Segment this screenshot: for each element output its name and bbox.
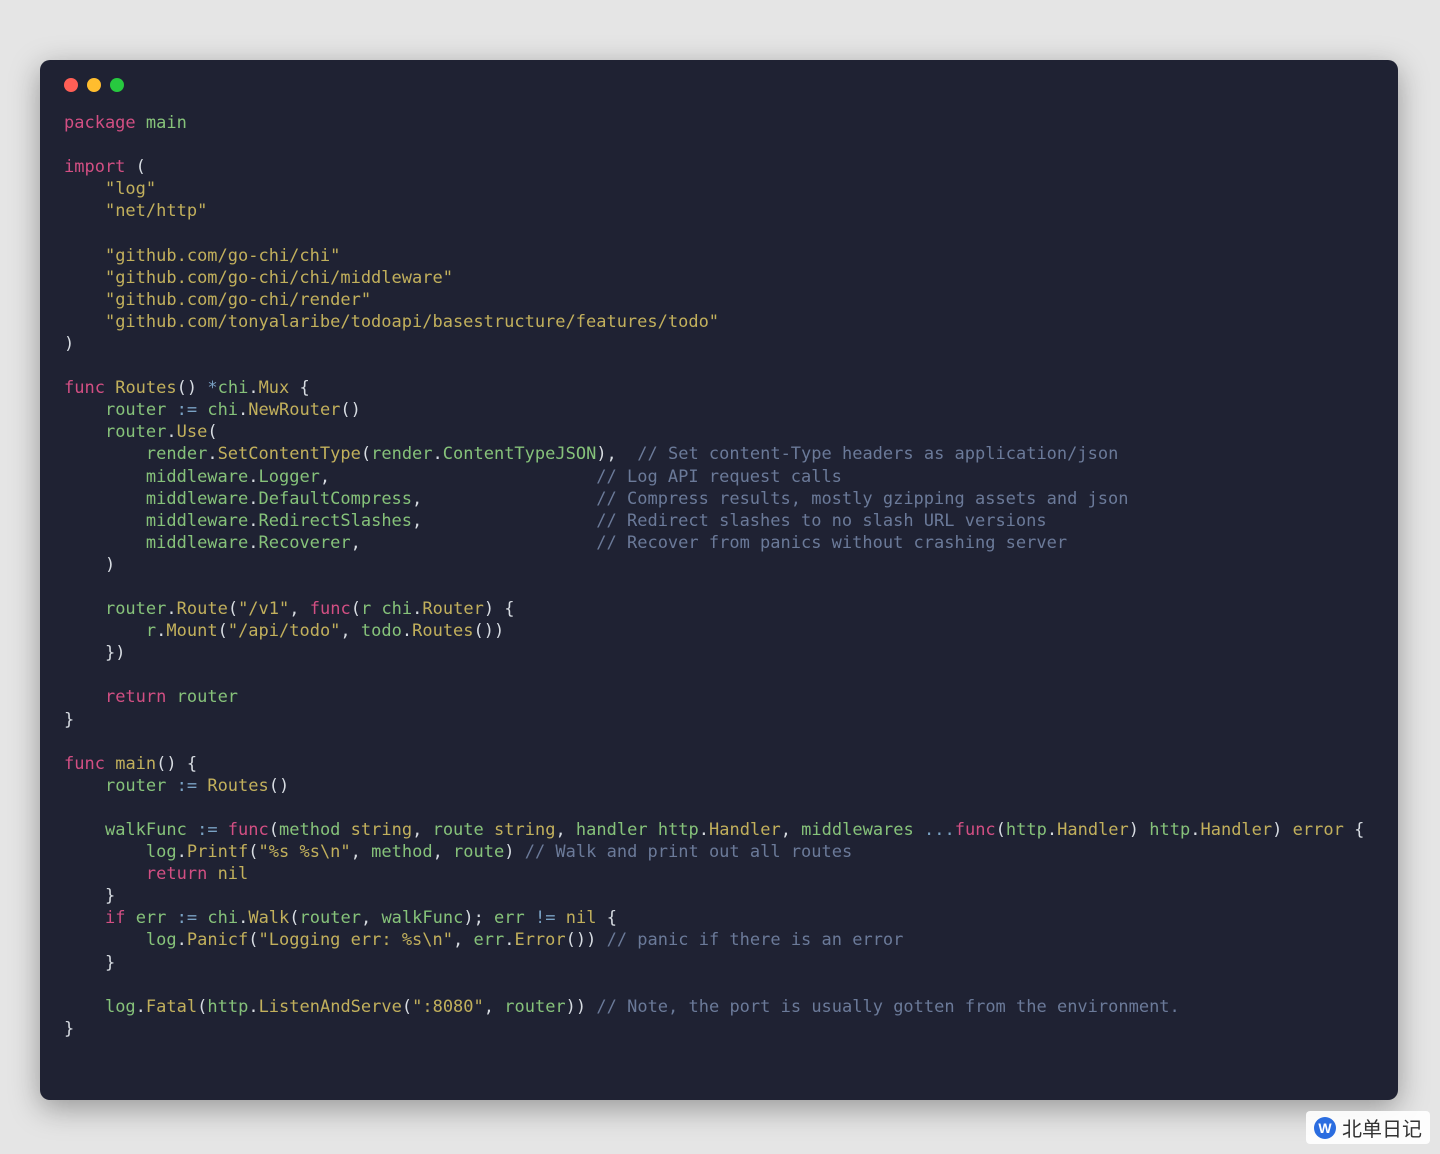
watermark-badge-icon: W: [1314, 1117, 1336, 1139]
import-path: "net/http": [105, 201, 207, 221]
comment: // Redirect slashes to no slash URL vers…: [596, 511, 1046, 531]
comment: // Compress results, mostly gzipping ass…: [596, 489, 1128, 509]
window-traffic-lights: [64, 78, 1374, 92]
import-path: "log": [105, 179, 156, 199]
import-path: "github.com/go-chi/chi/middleware": [105, 268, 453, 288]
watermark: W 北单日记: [1306, 1111, 1430, 1144]
package-name: main: [146, 113, 187, 133]
close-icon[interactable]: [64, 78, 78, 92]
comment: // Set content-Type headers as applicati…: [637, 444, 1118, 464]
import-path: "github.com/go-chi/render": [105, 290, 371, 310]
keyword-import: import: [64, 157, 125, 177]
func-routes: Routes: [115, 378, 176, 398]
comment: // Walk and print out all routes: [525, 842, 853, 862]
watermark-text: 北单日记: [1342, 1113, 1422, 1142]
maximize-icon[interactable]: [110, 78, 124, 92]
import-path: "github.com/go-chi/chi": [105, 246, 340, 266]
minimize-icon[interactable]: [87, 78, 101, 92]
import-path: "github.com/tonyalaribe/todoapi/basestru…: [105, 312, 719, 332]
keyword-func: func: [64, 378, 105, 398]
code-window: package main import ( "log" "net/http" "…: [40, 60, 1398, 1100]
comment: // Recover from panics without crashing …: [596, 533, 1067, 553]
comment: // panic if there is an error: [607, 930, 904, 950]
keyword-func: func: [64, 754, 105, 774]
comment: // Note, the port is usually gotten from…: [596, 997, 1179, 1017]
keyword-package: package: [64, 113, 136, 133]
func-main: main: [115, 754, 156, 774]
comment: // Log API request calls: [596, 467, 842, 487]
code-block: package main import ( "log" "net/http" "…: [64, 112, 1374, 1040]
